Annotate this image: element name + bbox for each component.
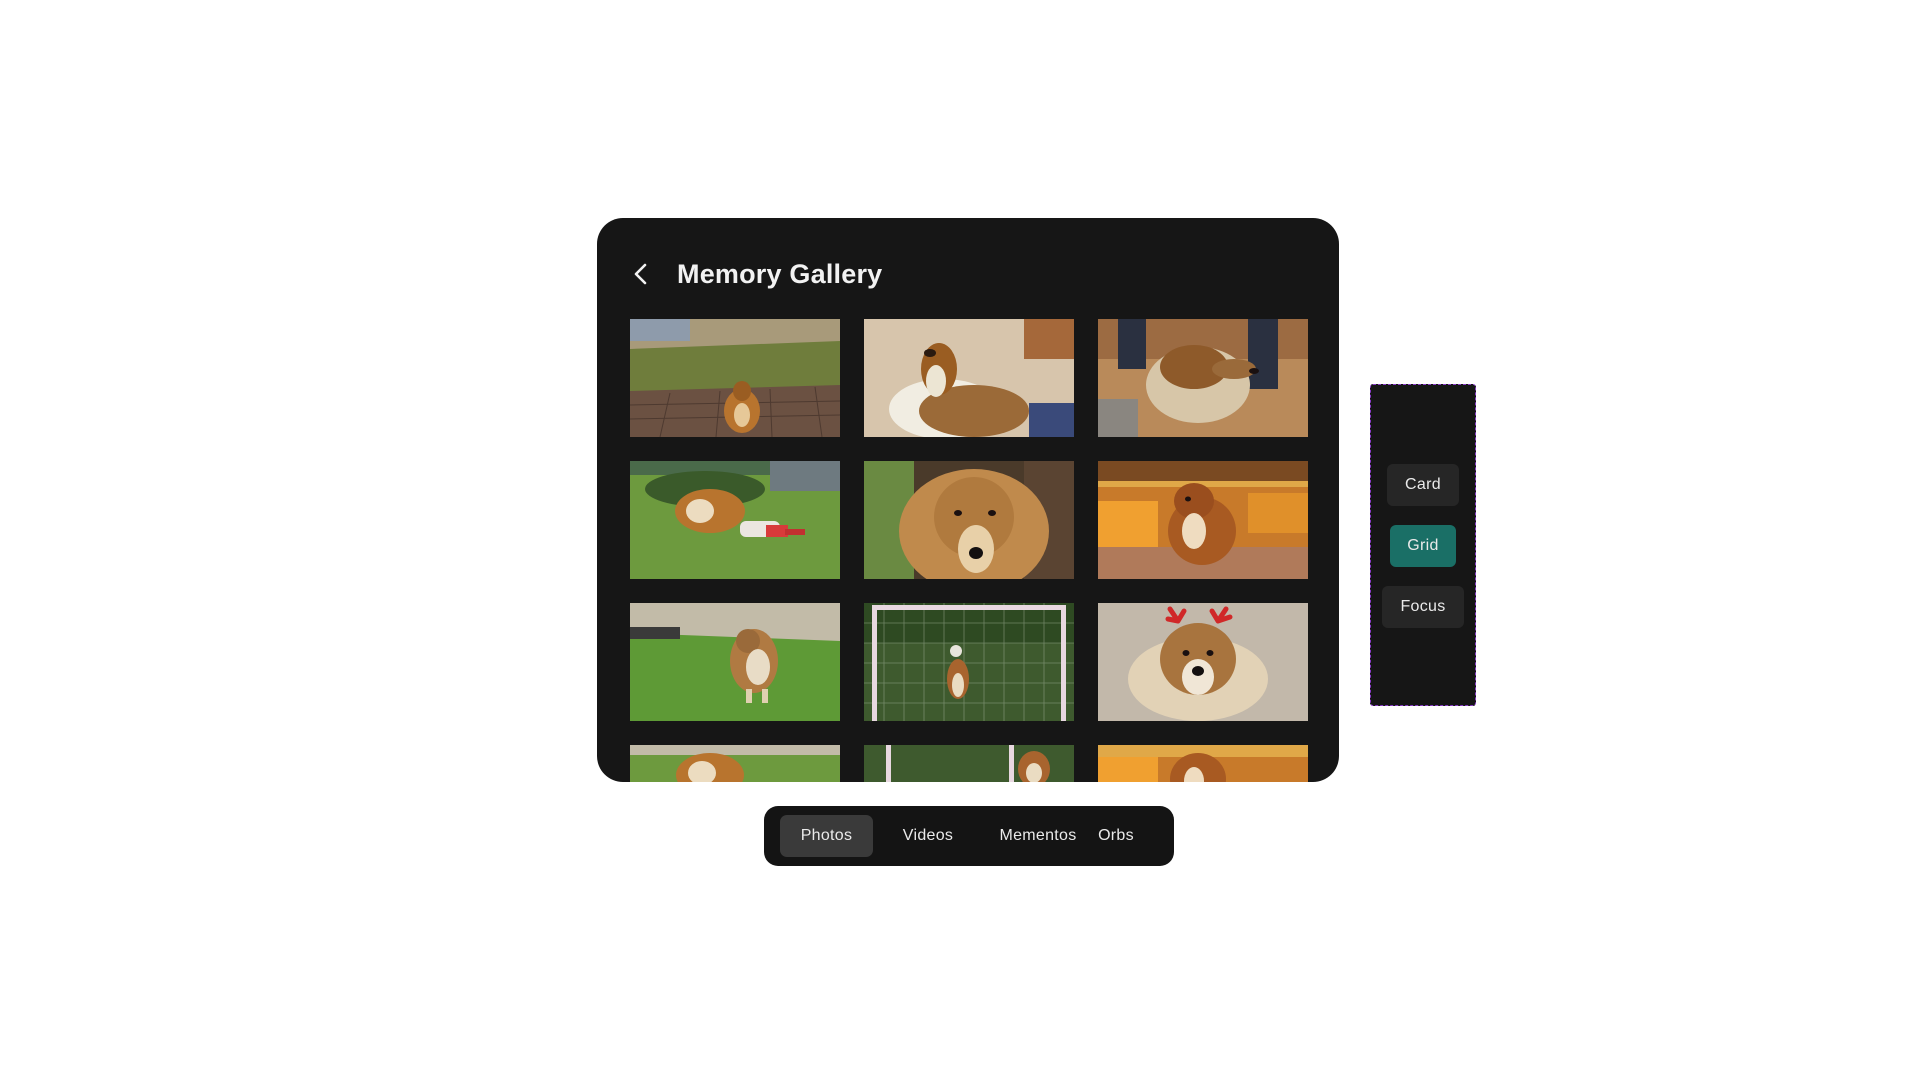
tab-photos[interactable]: Photos	[780, 815, 873, 857]
view-mode-panel: Card Grid Focus	[1370, 384, 1476, 706]
stage: Memory Gallery Photos Videos Mementos Or…	[0, 0, 1920, 1080]
photo-collie-grass-2	[630, 745, 840, 782]
photo-tile[interactable]	[1098, 603, 1308, 721]
photo-tile[interactable]	[1098, 461, 1308, 579]
view-focus-button[interactable]: Focus	[1382, 586, 1464, 628]
photo-tile[interactable]	[864, 745, 1074, 782]
photo-tile[interactable]	[630, 603, 840, 721]
photo-collie-puppy-indoors	[1098, 461, 1308, 579]
photo-collie-goal-2	[864, 745, 1074, 782]
photo-collie-deck	[630, 319, 840, 437]
photo-collie-closeup	[1098, 319, 1308, 437]
photo-collie-floor	[864, 319, 1074, 437]
photo-tile[interactable]	[864, 461, 1074, 579]
tab-orbs[interactable]: Orbs	[1093, 815, 1139, 857]
photo-collie-grass-play	[630, 461, 840, 579]
back-button[interactable]	[623, 256, 659, 292]
photo-collie-indoors-2	[1098, 745, 1308, 782]
view-grid-button[interactable]: Grid	[1390, 525, 1456, 567]
gallery-header: Memory Gallery	[597, 218, 1339, 318]
photo-tile[interactable]	[864, 603, 1074, 721]
photo-grid	[630, 319, 1308, 782]
tab-mementos[interactable]: Mementos	[983, 815, 1093, 857]
page-title: Memory Gallery	[677, 259, 883, 289]
photo-tile[interactable]	[630, 319, 840, 437]
tab-videos[interactable]: Videos	[873, 815, 983, 857]
view-card-button[interactable]: Card	[1387, 464, 1459, 506]
photo-collie-face	[864, 461, 1074, 579]
photo-collie-soccer-goal	[864, 603, 1074, 721]
chevron-left-icon	[634, 263, 647, 285]
photo-tile[interactable]	[630, 745, 840, 782]
photo-tile[interactable]	[630, 461, 840, 579]
photo-collie-antlers	[1098, 603, 1308, 721]
photo-tile[interactable]	[864, 319, 1074, 437]
photo-tile[interactable]	[1098, 745, 1308, 782]
tab-bar: Photos Videos Mementos Orbs	[764, 806, 1174, 866]
photo-collie-grass	[630, 603, 840, 721]
photo-tile[interactable]	[1098, 319, 1308, 437]
gallery-window: Memory Gallery	[597, 218, 1339, 782]
